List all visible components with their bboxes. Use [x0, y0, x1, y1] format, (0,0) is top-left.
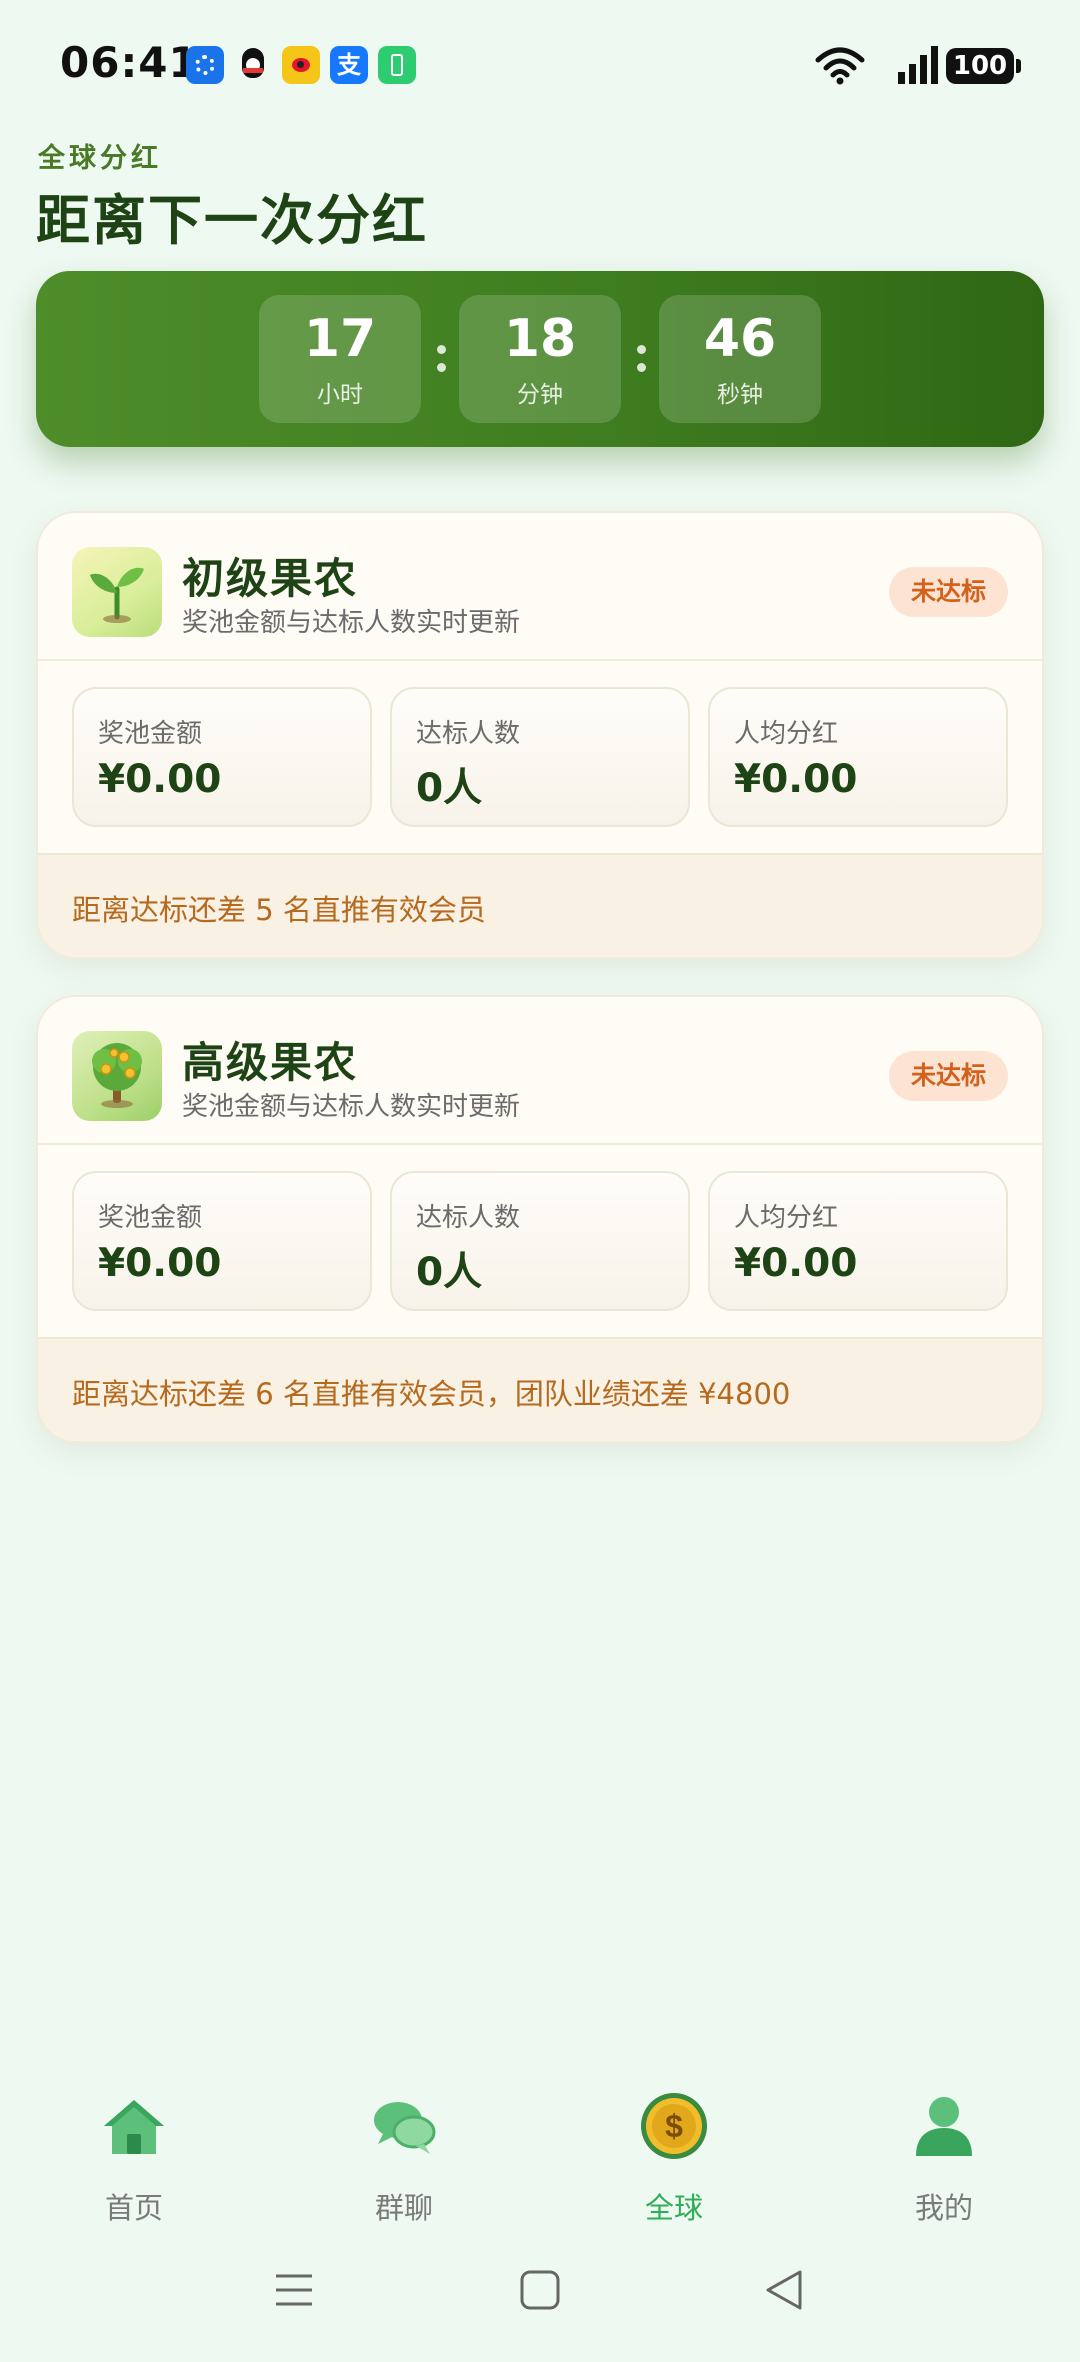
- stat-value: ¥0.00: [98, 757, 222, 802]
- countdown-panel: 17 小时 18 分钟 46 秒钟: [36, 271, 1044, 447]
- system-nav-bar: [0, 2250, 1080, 2362]
- nav-label: 首页: [104, 2191, 163, 2225]
- countdown-seconds: 46 秒钟: [659, 295, 821, 423]
- nav-label: 全球: [644, 2191, 703, 2225]
- stat-qualified-count: 达标人数 0人: [390, 1171, 690, 1311]
- tier-name: 高级果农: [182, 1038, 359, 1087]
- weibo-icon: [282, 46, 320, 84]
- chat-icon: [374, 2102, 436, 2154]
- stat-qualified-count: 达标人数 0人: [390, 687, 690, 827]
- tier-name: 初级果农: [182, 554, 359, 603]
- page-title: 距离下一次分红: [36, 189, 428, 252]
- countdown-minutes: 18 分钟: [459, 295, 621, 423]
- tier-requirement-note: 距离达标还差 5 名直推有效会员: [38, 853, 1042, 957]
- stat-label: 人均分红: [734, 719, 839, 749]
- nav-item-home[interactable]: 首页: [44, 2090, 224, 2225]
- tier-card-header: 高级果农 奖池金额与达标人数实时更新 未达标: [38, 997, 1042, 1145]
- nav-label: 我的: [914, 2191, 973, 2225]
- stat-label: 达标人数: [416, 719, 521, 749]
- sprout-icon: [72, 547, 162, 637]
- page-subtitle: 全球分红: [38, 143, 162, 174]
- requirement-text: 距离达标还差 5 名直推有效会员: [72, 893, 486, 927]
- tier-card-header: 初级果农 奖池金额与达标人数实时更新 未达标: [38, 513, 1042, 661]
- tier-card-senior[interactable]: 高级果农 奖池金额与达标人数实时更新 未达标 奖池金额 ¥0.00 达标人数 0…: [36, 995, 1044, 1443]
- stat-label: 奖池金额: [98, 719, 203, 749]
- coin-icon: $: [641, 2093, 707, 2159]
- countdown-hours-unit: 小时: [317, 382, 363, 408]
- stat-value: 0人: [416, 766, 483, 811]
- countdown-separator: [434, 345, 448, 375]
- tier-card-junior[interactable]: 初级果农 奖池金额与达标人数实时更新 未达标 奖池金额 ¥0.00 达标人数 0…: [36, 511, 1044, 959]
- tier-requirement-note: 距离达标还差 6 名直推有效会员，团队业绩还差 ¥4800: [38, 1337, 1042, 1441]
- stat-label: 人均分红: [734, 1203, 839, 1233]
- battery-app-icon: [378, 46, 416, 84]
- alipay-icon: 支: [330, 46, 368, 84]
- requirement-text: 距离达标还差 6 名直推有效会员，团队业绩还差 ¥4800: [72, 1377, 791, 1411]
- nav-label: 群聊: [374, 2191, 433, 2225]
- status-badge: 未达标: [888, 567, 1008, 617]
- nav-item-global[interactable]: $ 全球: [584, 2090, 764, 2225]
- money-tree-icon: [72, 1031, 162, 1121]
- countdown-hours-value: 17: [303, 309, 377, 369]
- stat-value: ¥0.00: [734, 1241, 858, 1286]
- home-button-icon[interactable]: [518, 2268, 562, 2312]
- battery-indicator: 100: [946, 48, 1021, 84]
- stat-label: 奖池金额: [98, 1203, 203, 1233]
- nav-item-profile[interactable]: 我的: [854, 2090, 1034, 2225]
- back-icon[interactable]: [762, 2268, 806, 2312]
- wifi-icon: [815, 47, 865, 85]
- stat-value: 0人: [416, 1250, 483, 1295]
- countdown-separator: [634, 345, 648, 375]
- countdown-minutes-unit: 分钟: [517, 382, 563, 408]
- signal-5g-icon: [898, 46, 938, 84]
- bottom-nav: 首页 群聊 $ 全球 我的: [0, 2080, 1080, 2230]
- tier-description: 奖池金额与达标人数实时更新: [182, 1092, 521, 1122]
- stat-per-capita-dividend: 人均分红 ¥0.00: [708, 687, 1008, 827]
- status-bar: 06:41 支 100: [0, 0, 1080, 130]
- stat-value: ¥0.00: [734, 757, 858, 802]
- stat-per-capita-dividend: 人均分红 ¥0.00: [708, 1171, 1008, 1311]
- stat-label: 达标人数: [416, 1203, 521, 1233]
- stat-pool-amount: 奖池金额 ¥0.00: [72, 1171, 372, 1311]
- qq-icon: [234, 46, 272, 84]
- stat-value: ¥0.00: [98, 1241, 222, 1286]
- recent-apps-icon[interactable]: [272, 2268, 316, 2312]
- stat-pool-amount: 奖池金额 ¥0.00: [72, 687, 372, 827]
- status-badge: 未达标: [888, 1051, 1008, 1101]
- nav-item-chat[interactable]: 群聊: [314, 2090, 494, 2225]
- countdown-hours: 17 小时: [259, 295, 421, 423]
- profile-icon: [916, 2097, 972, 2156]
- countdown-minutes-value: 18: [503, 309, 577, 369]
- svg-text:$: $: [665, 2108, 683, 2144]
- status-time: 06:41: [60, 38, 199, 87]
- countdown-seconds-unit: 秒钟: [717, 382, 763, 408]
- fan-app-icon: [186, 46, 224, 84]
- countdown-seconds-value: 46: [703, 309, 777, 369]
- home-icon: [104, 2100, 164, 2154]
- tier-description: 奖池金额与达标人数实时更新: [182, 608, 521, 638]
